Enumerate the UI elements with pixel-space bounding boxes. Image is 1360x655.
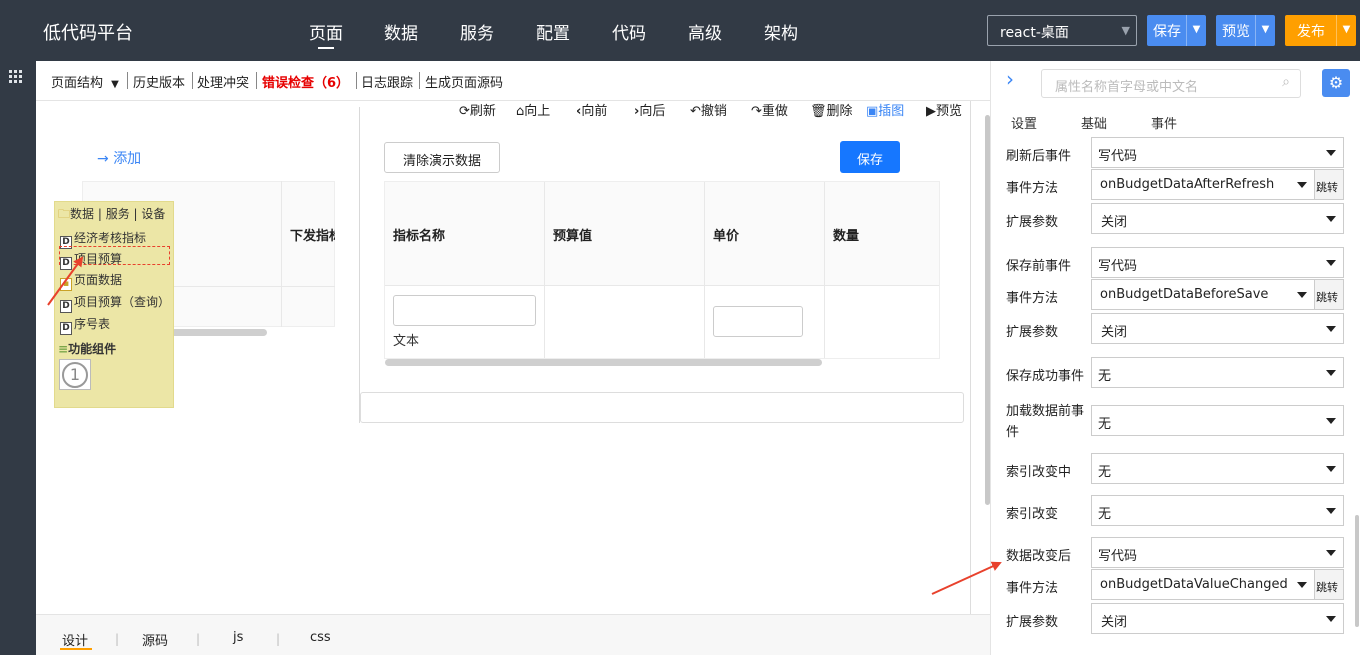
- red-arrow-annotation: [47, 256, 84, 306]
- red-arrow-annotation: [931, 561, 1002, 595]
- annotation-arrows: [47, 256, 1002, 595]
